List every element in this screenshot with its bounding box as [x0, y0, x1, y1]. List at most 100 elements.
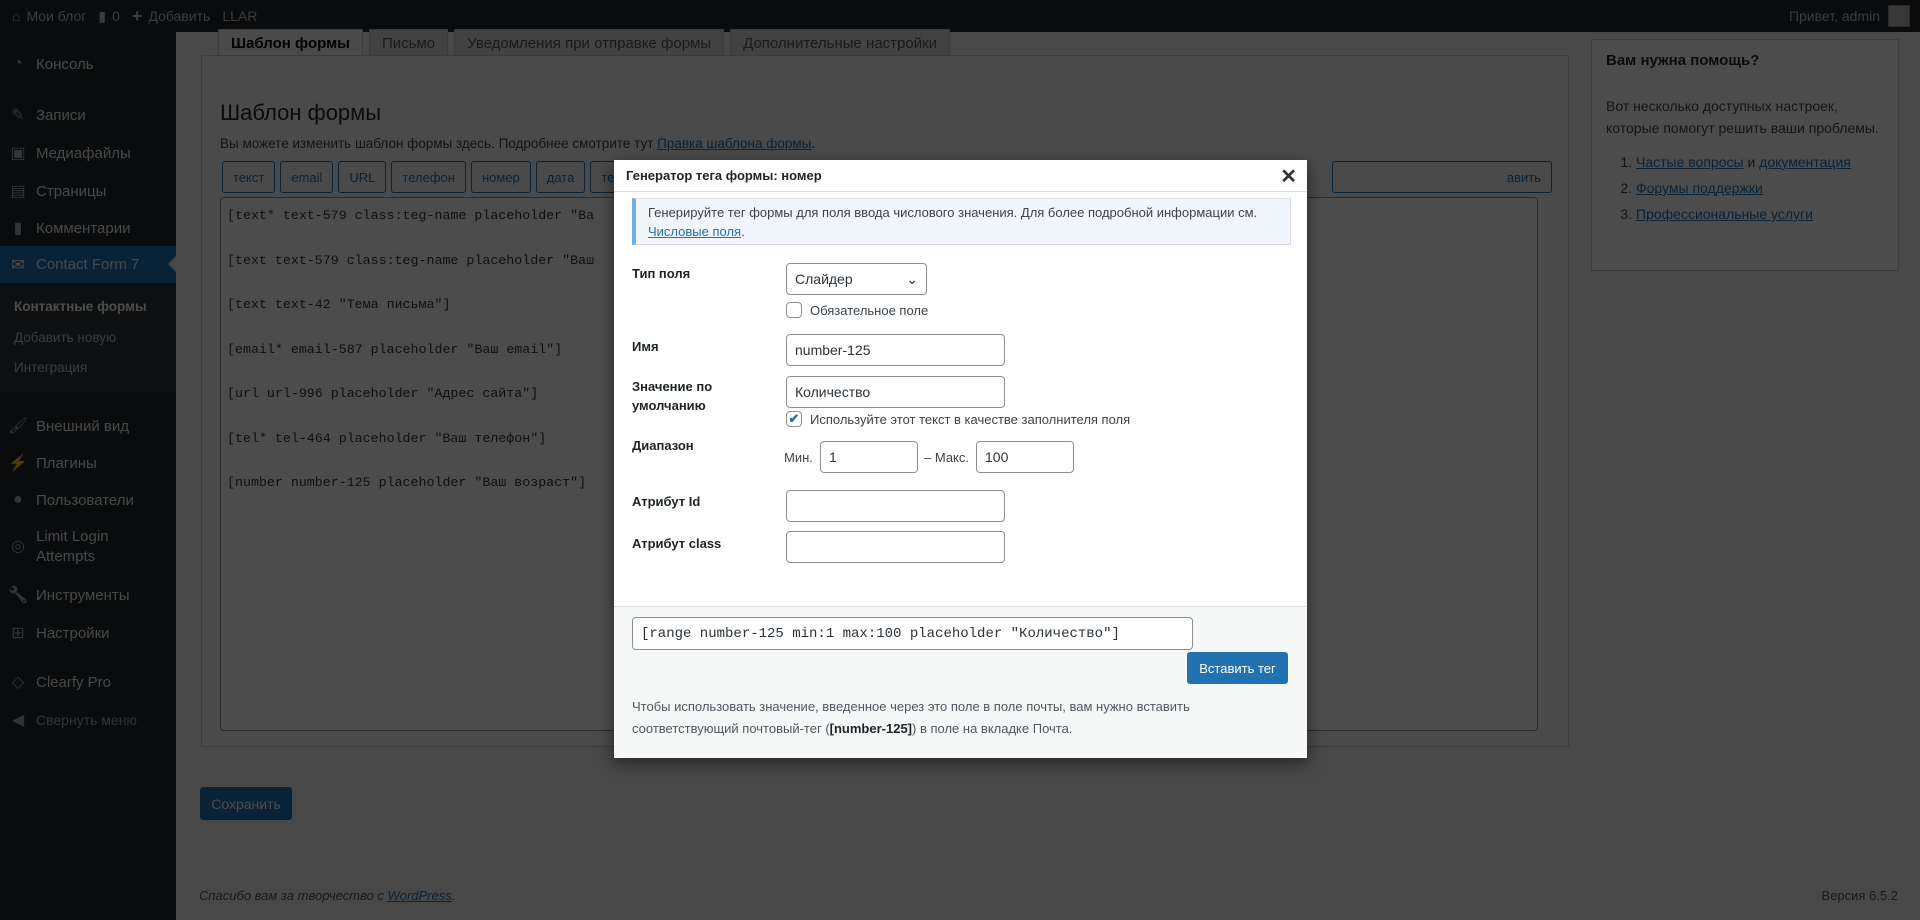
comment-count: 0: [112, 8, 120, 24]
generated-tag-field[interactable]: [range number-125 min:1 max:100 placehol…: [632, 617, 1193, 650]
plugin-icon: ⚡: [8, 455, 28, 472]
menu-limit-login[interactable]: ◎ Limit Login Attempts: [0, 527, 150, 567]
menu-label: Пользователи: [36, 491, 134, 509]
pages-icon: ▤: [10, 183, 26, 200]
tag-buttons: текст email URL телефон номер дата текст…: [222, 161, 651, 193]
tag-button-url[interactable]: URL: [338, 161, 387, 193]
insert-tag-button[interactable]: Вставить тег: [1187, 652, 1288, 684]
save-button[interactable]: Сохранить: [200, 787, 292, 820]
tab-bar: Шаблон формы Письмо Уведомления при отпр…: [218, 29, 951, 56]
help-box: Вам нужна помощь? Вот несколько доступны…: [1591, 39, 1899, 271]
tag-button-tel[interactable]: телефон: [391, 161, 466, 193]
thanks-text: Спасибо вам за творчество с: [199, 888, 388, 903]
id-attribute-input[interactable]: [786, 490, 1005, 522]
edit-template-link[interactable]: Правка шаблона формы: [657, 136, 811, 151]
brush-icon: 🖌: [7, 418, 29, 435]
use-as-placeholder-checkbox[interactable]: ✔ Используйте этот текст в качестве запол…: [786, 411, 1130, 427]
site-link[interactable]: ⌂ Мои блог: [12, 8, 86, 24]
menu-label: Комментарии: [36, 219, 131, 237]
mail-icon: ✉: [11, 256, 25, 274]
account-menu[interactable]: Привет, admin: [1789, 0, 1910, 32]
llar-link[interactable]: LLAR: [222, 8, 257, 24]
min-input[interactable]: 1: [820, 441, 918, 473]
user-icon: ●: [13, 491, 23, 508]
submenu-integration[interactable]: Интеграция: [14, 360, 87, 375]
comment-icon: ▮: [13, 220, 23, 237]
tab-form[interactable]: Шаблон формы: [218, 29, 363, 56]
tag-button-date[interactable]: дата: [535, 161, 586, 193]
name-input[interactable]: number-125: [786, 334, 1005, 366]
close-icon[interactable]: ✕: [1280, 164, 1297, 189]
llar-label: LLAR: [222, 8, 258, 24]
menu-settings[interactable]: ⊞ Настройки: [0, 623, 176, 643]
tag-button-number[interactable]: номер: [470, 161, 531, 193]
comments-link[interactable]: ▮ 0: [98, 8, 120, 25]
menu-comments[interactable]: ▮ Комментарии: [0, 218, 176, 238]
menu-label: Contact Form 7: [36, 256, 140, 273]
fingerprint-icon: ◎: [11, 538, 25, 555]
tag-button-email[interactable]: email: [280, 161, 334, 193]
diamond-icon: ◇: [11, 674, 25, 691]
faq-link[interactable]: Частые вопросы: [1636, 154, 1744, 170]
add-label: Добавить: [148, 8, 211, 24]
submenu-contact-forms[interactable]: Контактные формы: [14, 299, 147, 314]
menu-label: Настройки: [36, 624, 110, 642]
wordpress-link[interactable]: WordPress: [387, 888, 451, 903]
add-new-link[interactable]: + Добавить: [132, 6, 210, 27]
checkbox-box[interactable]: [786, 302, 802, 318]
menu-label: Limit Login Attempts: [36, 528, 109, 565]
required-label: Обязательное поле: [810, 302, 929, 318]
help-item: Профессиональные услуги: [1636, 201, 1884, 227]
help-title: Вам нужна помощь?: [1606, 52, 1760, 69]
settings-icon: ⊞: [11, 625, 25, 642]
default-value-input[interactable]: Количество: [786, 376, 1005, 408]
menu-tools[interactable]: 🔧 Инструменты: [0, 585, 176, 605]
tab-messages[interactable]: Уведомления при отправке формы: [454, 29, 725, 56]
number-fields-link[interactable]: Числовые поля: [648, 224, 741, 239]
tag-button-submit[interactable]: авить: [1332, 161, 1552, 193]
menu-collapse[interactable]: ◀ Свернуть меню: [0, 710, 176, 730]
submenu-add-new[interactable]: Добавить новую: [14, 330, 116, 345]
chevron-down-icon: ⌄: [906, 270, 918, 287]
dialog-title: Генератор тега формы: номер: [626, 168, 822, 183]
and-text: и: [1743, 154, 1760, 170]
info-notice: Генерируйте тег формы для поля ввода чис…: [632, 198, 1291, 245]
tag-button-text[interactable]: текст: [222, 161, 276, 193]
footer-thanks: Спасибо вам за творчество с WordPress.: [199, 888, 456, 903]
tab-mail[interactable]: Письмо: [369, 29, 449, 56]
menu-label: Свернуть меню: [36, 712, 137, 728]
tab-additional-settings[interactable]: Дополнительные настройки: [730, 29, 951, 56]
pro-services-link[interactable]: Профессиональные услуги: [1636, 206, 1813, 222]
menu-posts[interactable]: ✎ Записи: [0, 105, 176, 125]
required-checkbox[interactable]: Обязательное поле: [786, 302, 928, 318]
site-name: Мои блог: [26, 8, 87, 24]
class-attribute-label: Атрибут class: [632, 536, 722, 551]
menu-plugins[interactable]: ⚡ Плагины: [0, 453, 176, 473]
dialog-footer: [range number-125 min:1 max:100 placehol…: [614, 606, 1307, 758]
plus-icon: +: [131, 5, 143, 26]
menu-label: Консоль: [36, 55, 94, 73]
name-label: Имя: [632, 339, 659, 354]
menu-contact-form-7[interactable]: ✉ Contact Form 7: [0, 246, 176, 283]
panel-description: Вы можете изменить шаблон формы здесь. П…: [220, 136, 816, 151]
pin-icon: ✎: [11, 107, 25, 124]
cf7-submenu: Контактные формы Добавить новую Интеграц…: [0, 283, 176, 392]
menu-media[interactable]: ▣ Медиафайлы: [0, 143, 176, 163]
help-links: Частые вопросы и документация Форумы под…: [1636, 149, 1884, 227]
forums-link[interactable]: Форумы поддержки: [1636, 180, 1763, 196]
menu-appearance[interactable]: 🖌 Внешний вид: [0, 416, 176, 436]
max-input[interactable]: 100: [976, 441, 1074, 473]
menu-pages[interactable]: ▤ Страницы: [0, 181, 176, 201]
admin-sidebar: ◔ Консоль ✎ Записи ▣ Медиафайлы ▤ Страницы ▮…: [0, 32, 176, 920]
class-attribute-input[interactable]: [786, 531, 1005, 563]
checkmark-icon[interactable]: ✔: [786, 411, 802, 427]
field-type-select[interactable]: Слайдер ⌄: [786, 263, 927, 295]
menu-clearfy[interactable]: ◇ Clearfy Pro: [0, 672, 176, 692]
help-text: Вот несколько доступных настроек, которы…: [1606, 98, 1879, 136]
menu-users[interactable]: ● Пользователи: [0, 491, 176, 509]
menu-console[interactable]: ◔ Консоль: [0, 55, 176, 73]
name-value: number-125: [795, 342, 871, 358]
docs-link[interactable]: документация: [1759, 154, 1851, 170]
field-type-label: Тип поля: [632, 266, 691, 281]
range-label: Диапазон: [632, 438, 694, 453]
